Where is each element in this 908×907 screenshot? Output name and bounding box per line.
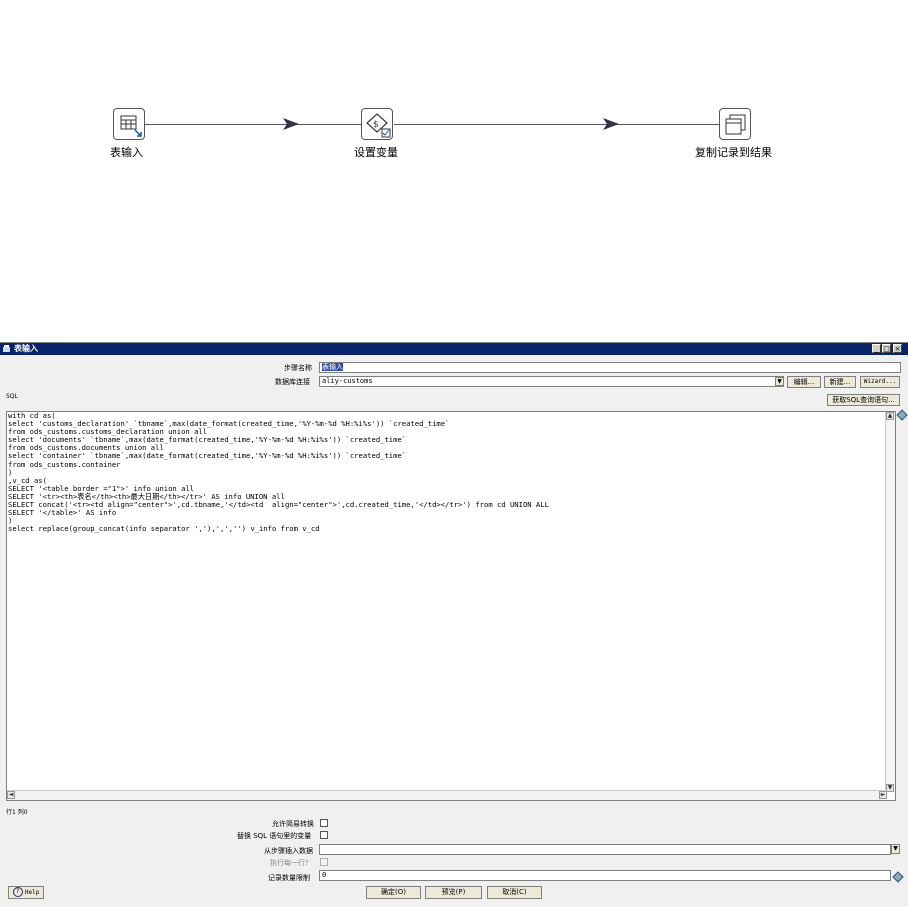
get-sql-button[interactable]: 获取SQL查询语句... (827, 394, 900, 406)
hop-arrow-1-icon (283, 118, 299, 130)
new-connection-button[interactable]: 新建... (824, 376, 856, 388)
insert-data-dropdown-icon[interactable]: ▼ (891, 844, 900, 854)
step-name-value: 表输入 (322, 363, 343, 371)
svg-text:$: $ (373, 120, 379, 130)
transformation-canvas[interactable]: 表输入 $ 设置变量 复制记录到结果 (0, 0, 908, 340)
edit-connection-button[interactable]: 编辑... (787, 376, 821, 388)
execute-each-row-checkbox[interactable] (320, 858, 328, 866)
execute-each-row-label: 执行每一行? (270, 859, 309, 867)
step-set-variable[interactable]: $ (361, 108, 393, 140)
table-input-dialog: 表输入 _ □ × 步骤名称 表输入 数据库连接 aliy-customs ▼ … (0, 342, 908, 907)
scroll-down-icon[interactable]: ▼ (886, 784, 894, 792)
minimize-button[interactable]: _ (872, 344, 881, 353)
connection-label: 数据库连接 (275, 378, 310, 386)
sql-vertical-scrollbar[interactable]: ▲ ▼ (885, 412, 895, 792)
sql-line: select replace(group_concat(info separat… (8, 524, 320, 534)
scroll-left-icon[interactable]: ◄ (7, 791, 15, 799)
limit-label: 记录数量限制 (268, 874, 310, 882)
ok-button[interactable]: 确定(O) (366, 886, 421, 899)
step-label-set-variable: 设置变量 (354, 146, 398, 159)
lazy-conversion-checkbox[interactable] (320, 819, 328, 827)
insert-data-select[interactable] (319, 844, 891, 855)
connection-dropdown-icon[interactable]: ▼ (775, 377, 784, 386)
sql-variable-indicator-icon (896, 409, 908, 421)
connection-value: aliy-customs (322, 377, 373, 385)
sql-line: SELECT '</table>' AS info (8, 508, 117, 518)
lazy-conversion-label: 允许简易转换 (272, 820, 314, 828)
limit-value: 0 (322, 871, 327, 879)
scroll-right-icon[interactable]: ► (879, 791, 887, 799)
sql-label: SQL (6, 393, 18, 400)
help-label: Help (24, 889, 40, 896)
dialog-title: 表输入 (14, 344, 38, 353)
kettle-icon (3, 345, 10, 352)
connection-select[interactable]: aliy-customs (319, 376, 784, 387)
copy-rows-icon (725, 114, 746, 135)
sql-editor[interactable]: with cd as( select 'customs_declaration'… (6, 411, 896, 801)
maximize-button[interactable]: □ (882, 344, 891, 353)
close-button[interactable]: × (893, 344, 902, 353)
step-copy-rows-to-result[interactable] (719, 108, 751, 140)
cancel-button[interactable]: 取消(C) (487, 886, 542, 899)
step-name-input[interactable]: 表输入 (319, 362, 901, 373)
help-icon: ? (12, 887, 23, 897)
wizard-button[interactable]: Wizard... (860, 376, 900, 388)
hop-arrow-2-icon (603, 118, 619, 130)
sql-horizontal-scrollbar[interactable]: ◄ ► (7, 790, 887, 800)
sql-line: from ods_customs.container (8, 459, 121, 469)
hop-line-1[interactable] (145, 124, 361, 125)
step-name-label: 步骤名称 (284, 364, 312, 372)
cursor-position: 行1 列0 (6, 809, 28, 816)
limit-variable-indicator-icon (892, 871, 904, 883)
hop-line-2[interactable] (394, 124, 719, 125)
replace-variables-checkbox[interactable] (320, 831, 328, 839)
replace-variables-label: 替换 SQL 语句里的变量 (237, 832, 312, 840)
limit-input[interactable]: 0 (319, 870, 891, 881)
insert-data-label: 从步骤插入数据 (264, 847, 313, 855)
step-label-copy-rows-to-result: 复制记录到结果 (695, 146, 772, 159)
table-input-icon (120, 115, 142, 137)
help-button[interactable]: ? Help (8, 886, 44, 899)
preview-button[interactable]: 预览(P) (425, 886, 482, 899)
scroll-up-icon[interactable]: ▲ (886, 412, 894, 420)
dialog-titlebar[interactable]: 表输入 _ □ × (0, 343, 908, 355)
step-label-table-input: 表输入 (110, 146, 143, 159)
sql-code[interactable]: with cd as( select 'customs_declaration'… (8, 412, 549, 533)
set-variable-icon: $ (366, 113, 391, 138)
step-table-input[interactable] (113, 108, 145, 140)
